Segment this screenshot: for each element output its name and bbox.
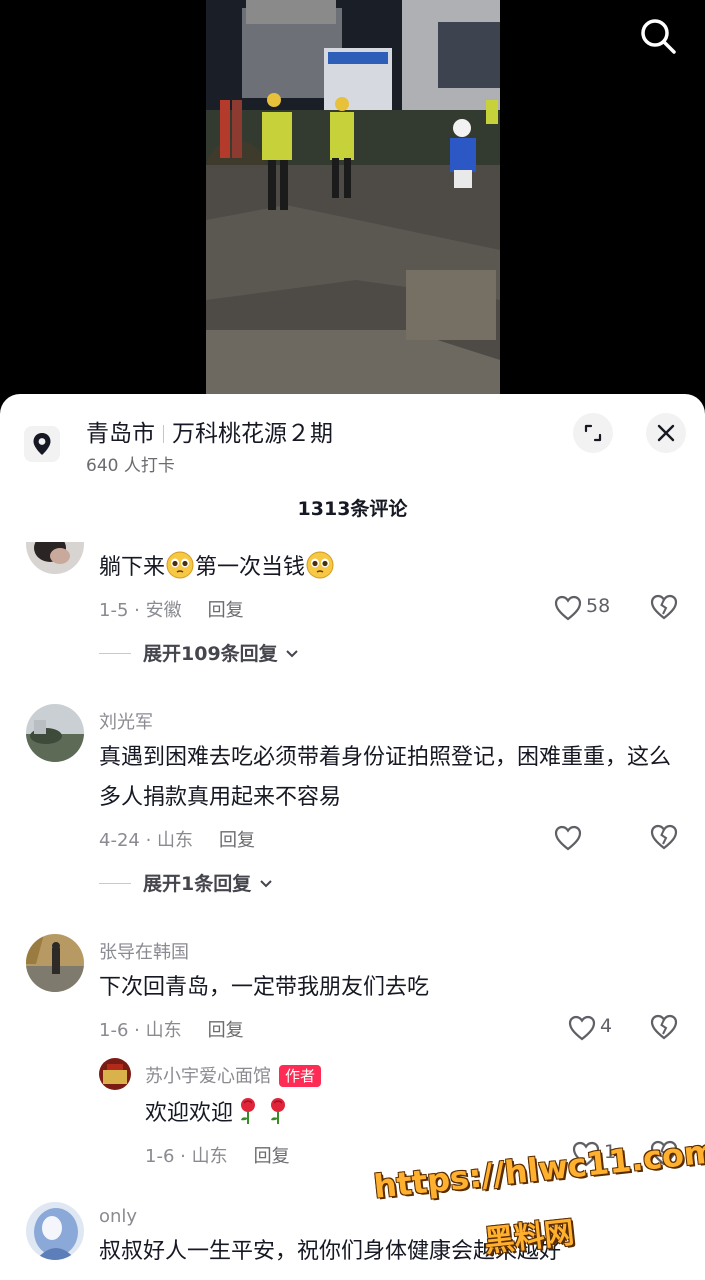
reply-button[interactable]: 回复 — [208, 600, 244, 621]
reply-button[interactable]: 回复 — [254, 1146, 290, 1167]
location-pin-icon — [24, 426, 60, 462]
chevron-down-icon — [286, 650, 299, 658]
comment-meta: 1-5 · 安徽 回复 — [99, 600, 244, 621]
broken-heart-icon — [650, 824, 678, 850]
location-bar[interactable]: 青岛市 万科桃花源２期 640 人打卡 — [0, 394, 705, 484]
location-title[interactable]: 青岛市 万科桃花源２期 — [86, 414, 333, 448]
like-count: 58 — [586, 595, 611, 617]
reply-meta: 1-6 · 山东 回复 — [145, 1146, 290, 1167]
dislike-button[interactable] — [650, 594, 678, 622]
avatar[interactable] — [26, 934, 84, 992]
watermark: https://hlwc11.com 黑料网 — [372, 1132, 705, 1274]
video-frame[interactable] — [206, 0, 500, 394]
search-icon — [641, 19, 676, 54]
like-button[interactable] — [554, 823, 624, 853]
expand-icon — [584, 424, 602, 442]
reply-username[interactable]: 苏小宇爱心面馆 作者 — [145, 1062, 322, 1088]
broken-heart-icon — [650, 1014, 678, 1040]
pleading-face-emoji-icon — [306, 551, 334, 579]
rose-emoji-icon — [271, 1098, 286, 1124]
dislike-button[interactable] — [650, 824, 678, 852]
dislike-button[interactable] — [650, 1014, 678, 1042]
heart-icon — [568, 1015, 596, 1041]
video-player[interactable] — [0, 0, 705, 420]
expand-divider — [99, 653, 131, 654]
heart-icon — [554, 825, 582, 851]
expand-button[interactable] — [573, 413, 613, 453]
watermark-name: 黑料网 — [482, 1215, 576, 1260]
reply-button[interactable]: 回复 — [219, 830, 255, 851]
comment-text: 躺下来 第一次当钱 — [99, 548, 679, 588]
close-icon — [657, 424, 675, 442]
comment-username[interactable]: 张导在韩国 — [99, 938, 189, 964]
expand-replies-button[interactable]: 展开109条回复 — [99, 639, 300, 666]
reply-text: 欢迎欢迎 — [145, 1094, 665, 1134]
expand-replies-button[interactable]: 展开1条回复 — [99, 869, 274, 896]
broken-heart-icon — [650, 594, 678, 620]
comment-username[interactable]: 刘光军 — [99, 708, 153, 734]
comment-username[interactable]: only — [99, 1206, 137, 1227]
video-scene-image — [206, 0, 500, 394]
comment-text: 真遇到困难去吃必须带着身份证拍照登记，困难重重，这么多人捐款真用起来不容易 — [99, 745, 672, 810]
like-button[interactable]: 58 — [554, 593, 624, 623]
close-button[interactable] — [646, 413, 686, 453]
heart-icon — [554, 595, 582, 621]
like-count: 4 — [600, 1015, 613, 1037]
comment-meta: 1-6 · 山东 回复 — [99, 1020, 244, 1041]
rose-emoji-icon — [241, 1098, 256, 1124]
author-badge: 作者 — [279, 1065, 322, 1087]
author-avatar[interactable] — [99, 1058, 131, 1090]
avatar[interactable] — [26, 704, 84, 762]
comment-meta: 4-24 · 山东 回复 — [99, 830, 256, 851]
checkin-count: 640 人打卡 — [86, 456, 175, 476]
comment-text: 下次回青岛，一定带我朋友们去吃 — [99, 975, 430, 1000]
location-city: 青岛市 — [86, 421, 155, 447]
pleading-face-emoji-icon — [166, 551, 194, 579]
search-button[interactable] — [636, 14, 680, 58]
avatar[interactable] — [26, 542, 84, 574]
reply-button[interactable]: 回复 — [208, 1020, 244, 1041]
expand-divider — [99, 883, 131, 884]
comment-count: 1313条评论 — [297, 498, 408, 520]
location-place: 万科桃花源２期 — [172, 421, 333, 447]
chevron-down-icon — [260, 880, 272, 888]
like-button[interactable]: 4 — [568, 1013, 638, 1043]
avatar[interactable] — [26, 1202, 84, 1260]
location-divider — [163, 425, 164, 443]
